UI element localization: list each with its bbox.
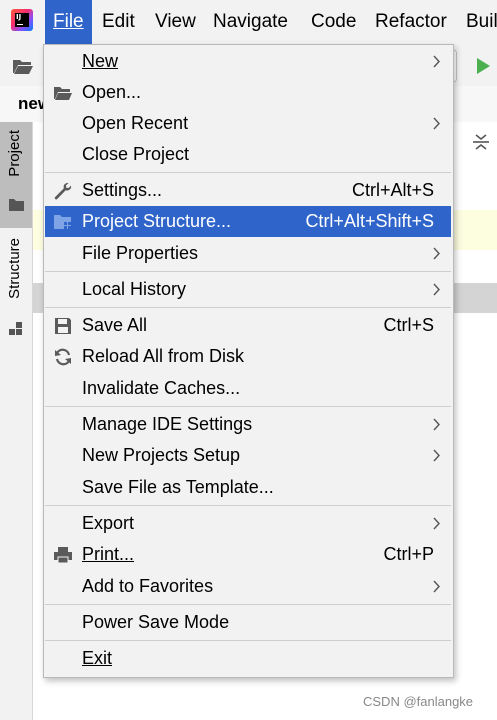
menu-item-label: Manage IDE Settings — [82, 414, 253, 434]
project-tool-tab[interactable]: Project — [0, 122, 32, 228]
menu-build[interactable]: Buil — [458, 0, 497, 44]
chevron-right-icon — [433, 283, 440, 296]
menu-code[interactable]: Code — [303, 0, 364, 44]
chevron-right-icon — [433, 580, 440, 593]
watermark: CSDN @fanlangke — [363, 694, 474, 709]
menu-item-label: Add to Favorites — [82, 576, 214, 596]
menu-item-open[interactable]: Open... — [45, 77, 451, 108]
menu-item-save-file-as-template[interactable]: Save File as Template... — [45, 472, 451, 503]
menu-separator — [45, 604, 451, 605]
menu-item-label: Exit — [82, 648, 113, 668]
structure-tool-tab[interactable]: Structure — [0, 234, 32, 344]
menu-item-manage-ide-settings[interactable]: Manage IDE Settings — [45, 409, 451, 440]
menu-separator — [45, 505, 451, 506]
menu-item-print[interactable]: Print... Ctrl+P — [45, 539, 451, 570]
menu-item-project-structure[interactable]: Project Structure... Ctrl+Alt+Shift+S — [45, 206, 451, 237]
menu-file[interactable]: File — [45, 0, 92, 44]
menu-item-label: File Properties — [82, 243, 199, 263]
menu-item-label: Save File as Template... — [82, 477, 274, 497]
menu-item-label: Reload All from Disk — [82, 346, 245, 366]
menu-item-power-save-mode[interactable]: Power Save Mode — [45, 607, 451, 638]
menu-item-shortcut: Ctrl+S — [383, 315, 434, 335]
chevron-right-icon — [433, 517, 440, 530]
menu-separator — [45, 640, 451, 641]
structure-tab-label: Structure — [6, 238, 23, 299]
menu-item-label: New Projects Setup — [82, 445, 241, 465]
open-folder-icon[interactable] — [12, 57, 34, 75]
menu-item-reload-all[interactable]: Reload All from Disk — [45, 341, 451, 372]
menu-separator — [45, 406, 451, 407]
file-menu-dropdown: New Open... Open Recent Close Project Se… — [43, 44, 454, 678]
menu-item-close-project[interactable]: Close Project — [45, 139, 451, 170]
menu-item-label: Save All — [82, 315, 148, 335]
menu-bar: IJ File Edit View Navigate Code Refactor… — [0, 0, 497, 44]
structure-icon — [9, 322, 22, 335]
printer-icon — [54, 547, 72, 564]
run-icon[interactable] — [475, 57, 491, 75]
folder-icon — [9, 199, 24, 211]
collapse-all-icon[interactable] — [472, 133, 490, 151]
menu-item-open-recent[interactable]: Open Recent — [45, 108, 451, 139]
menu-item-label: Project Structure... — [82, 211, 232, 231]
menu-item-shortcut: Ctrl+P — [383, 544, 434, 564]
chevron-right-icon — [433, 418, 440, 431]
menu-edit[interactable]: Edit — [94, 0, 143, 44]
menu-item-label: Local History — [82, 279, 187, 299]
menu-item-label: Print... — [82, 544, 135, 564]
menu-item-exit[interactable]: Exit — [45, 643, 451, 674]
menu-item-shortcut: Ctrl+Alt+S — [351, 180, 434, 200]
menu-item-label: Open... — [82, 82, 142, 102]
menu-item-new-projects-setup[interactable]: New Projects Setup — [45, 440, 451, 471]
project-tab-label: Project — [6, 130, 23, 177]
menu-view[interactable]: View — [147, 0, 204, 44]
menu-separator — [45, 307, 451, 308]
menu-item-new[interactable]: New — [45, 46, 451, 77]
intellij-logo-icon: IJ — [11, 9, 33, 31]
project-structure-icon — [54, 215, 71, 229]
menu-item-export[interactable]: Export — [45, 508, 451, 539]
menu-item-local-history[interactable]: Local History — [45, 274, 451, 305]
menu-item-label: Power Save Mode — [82, 612, 230, 632]
menu-item-add-to-favorites[interactable]: Add to Favorites — [45, 571, 451, 602]
open-folder-icon — [54, 87, 72, 100]
save-icon — [55, 318, 71, 334]
menu-item-label: Invalidate Caches... — [82, 378, 241, 398]
menu-item-label: New — [82, 51, 119, 71]
menu-item-save-all[interactable]: Save All Ctrl+S — [45, 310, 451, 341]
menu-refactor[interactable]: Refactor — [367, 0, 455, 44]
menu-item-shortcut: Ctrl+Alt+Shift+S — [305, 211, 434, 231]
chevron-right-icon — [433, 449, 440, 462]
menu-separator — [45, 172, 451, 173]
menu-item-label: Open Recent — [82, 113, 189, 133]
menu-item-label: Close Project — [82, 144, 190, 164]
menu-item-file-properties[interactable]: File Properties — [45, 238, 451, 269]
chevron-right-icon — [433, 55, 440, 68]
chevron-right-icon — [433, 247, 440, 260]
menu-item-label: Settings... — [82, 180, 163, 200]
tool-window-strip: Project Structure — [0, 122, 33, 720]
menu-separator — [45, 271, 451, 272]
chevron-right-icon — [433, 117, 440, 130]
menu-item-invalidate-caches[interactable]: Invalidate Caches... — [45, 373, 451, 404]
logo-text: IJ — [16, 13, 22, 21]
reload-icon — [55, 348, 71, 366]
menu-item-label: Export — [82, 513, 135, 533]
wrench-icon — [54, 182, 72, 200]
menu-item-settings[interactable]: Settings... Ctrl+Alt+S — [45, 175, 451, 206]
menu-navigate[interactable]: Navigate — [205, 0, 296, 44]
